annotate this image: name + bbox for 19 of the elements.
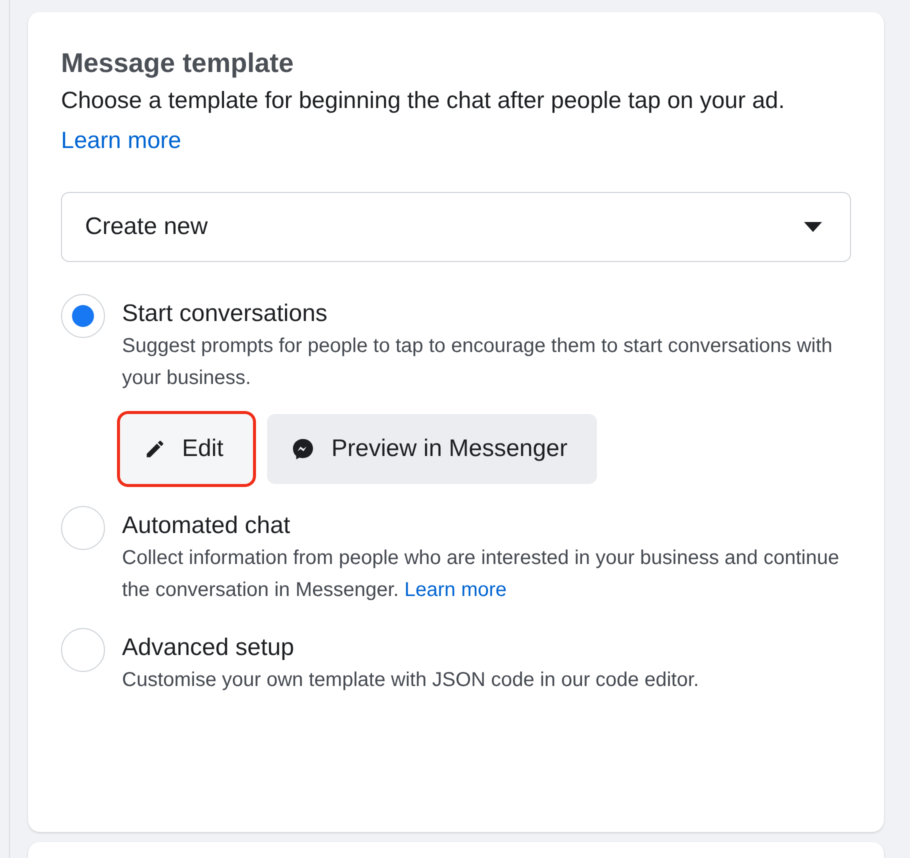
card-description: Choose a template for beginning the chat after people tap on your ad. Learn more: [61, 86, 786, 155]
option-description: Collect information from people who are interested in your business and continue the conversation in Messenger. Learn more: [122, 546, 840, 603]
option-description: Customise your own template with JSON code in our code editor.: [122, 668, 699, 693]
caret-icon: [804, 222, 822, 232]
radio-button[interactable]: [61, 628, 105, 672]
radio-button[interactable]: [61, 294, 105, 338]
radio-button[interactable]: [61, 506, 105, 550]
messenger-icon: [291, 437, 316, 461]
edit-button[interactable]: Edit: [120, 414, 254, 484]
card-title: Message template: [61, 47, 295, 80]
pencil-icon: [144, 438, 166, 460]
option-title: Advanced setup: [122, 633, 296, 663]
option-title: Start conversations: [122, 299, 328, 329]
option-description: Suggest prompts for people to tap to encourage them to start conversations with your business.: [122, 334, 834, 391]
option-title: Automated chat: [122, 511, 292, 541]
learn-more-link[interactable]: Learn more: [404, 579, 507, 601]
template-dropdown[interactable]: Create new: [61, 192, 851, 262]
learn-more-link[interactable]: Learn more: [61, 127, 182, 153]
preview-button[interactable]: Preview in Messenger: [267, 414, 598, 484]
